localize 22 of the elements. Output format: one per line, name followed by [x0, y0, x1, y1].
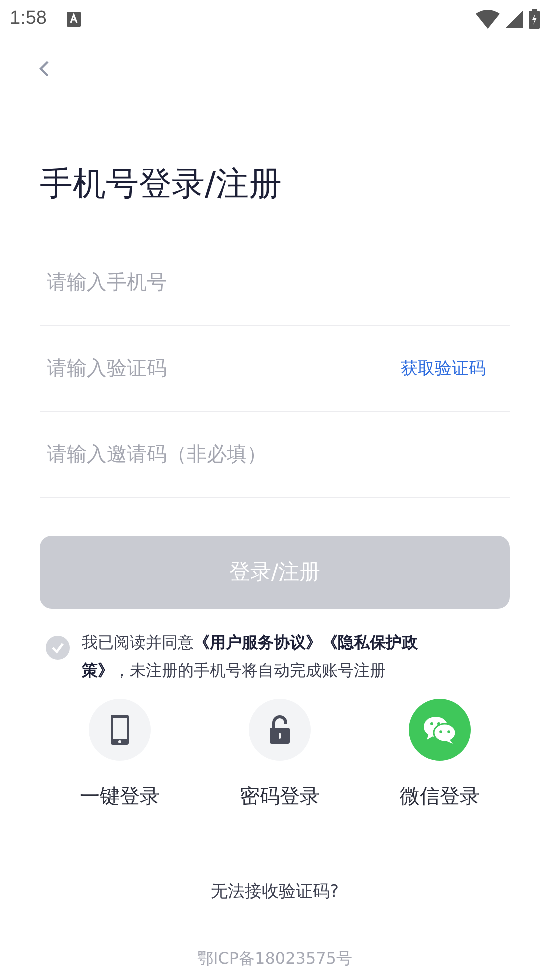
unlocked-padlock-icon: [269, 714, 291, 745]
chat-bubbles-icon: [423, 716, 457, 744]
agreement-checkbox[interactable]: [46, 636, 70, 660]
login-option-label: 微信登录: [400, 782, 480, 810]
check-icon: [51, 642, 65, 654]
agreement-text: 我已阅读并同意《用户服务协议》《隐私保护政策》，未注册的手机号将自动完成账号注册: [82, 632, 419, 682]
keyboard-icon: [66, 12, 81, 26]
page-title: 手机号登录/注册: [40, 164, 284, 204]
cannot-receive-code-link[interactable]: 无法接收验证码?: [210, 880, 340, 903]
get-code-button[interactable]: 获取验证码: [401, 356, 510, 380]
back-icon[interactable]: [38, 60, 50, 78]
input-field[interactable]: 请输入验证码: [40, 356, 401, 380]
status-time: 1:58: [10, 8, 47, 30]
signal-icon: [506, 10, 523, 28]
input-field[interactable]: 请输入手机号: [40, 270, 510, 294]
input-field[interactable]: 请输入邀请码（非必填）: [40, 442, 510, 466]
wifi-icon: [476, 10, 500, 28]
icp-license-text: 鄂ICP备18023575号: [198, 948, 352, 970]
login-option-label: 密码登录: [240, 782, 320, 810]
login-option-label: 一键登录: [80, 782, 160, 810]
battery-icon: [529, 9, 540, 29]
phone-icon: [110, 714, 130, 746]
